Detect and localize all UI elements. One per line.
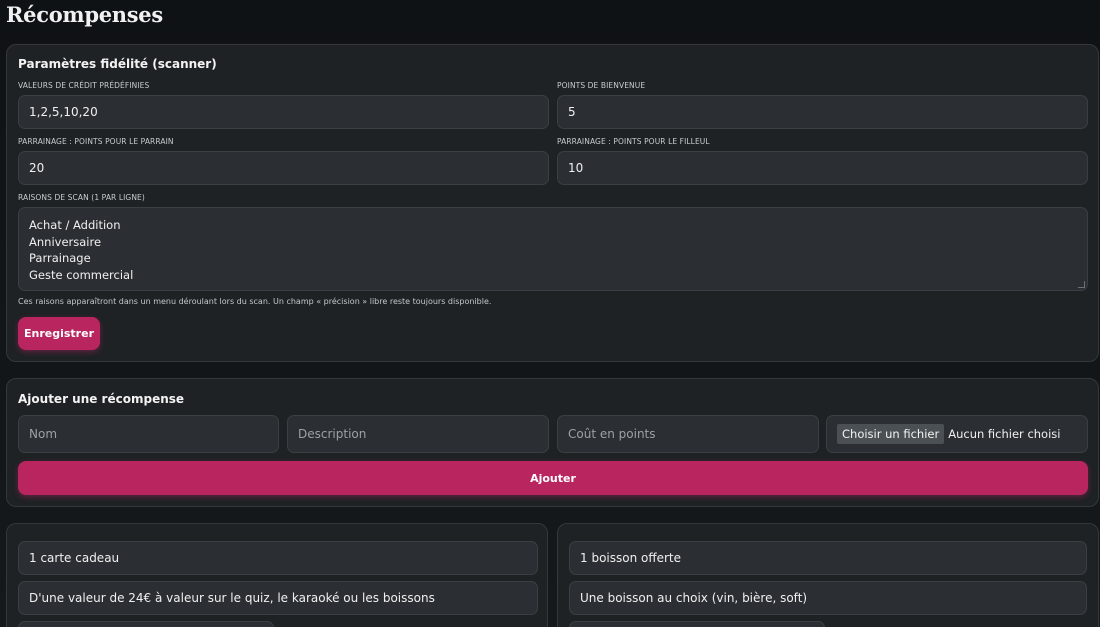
reward-name-value: 1 carte cadeau [29,551,120,565]
referrer-points-input[interactable]: 20 [18,151,549,185]
reward-cost-field[interactable] [569,621,825,627]
referrer-points-value: 20 [29,161,45,175]
save-button[interactable]: Enregistrer [18,317,100,350]
reward-description-value: Une boisson au choix (vin, bière, soft) [580,591,808,605]
referee-points-label: PARRAINAGE : POINTS POUR LE FILLEUL [557,137,710,146]
reward-card: 1 boisson offerte Une boisson au choix (… [557,523,1099,627]
reward-description-input[interactable]: Description [287,415,549,453]
reward-description-value: D'une valeur de 24€ à valeur sur le quiz… [29,591,435,605]
scan-reasons-hint: Ces raisons apparaîtront dans un menu dé… [18,297,492,306]
reward-cost-placeholder: Coût en points [568,427,656,441]
reward-name-value: 1 boisson offerte [580,551,682,565]
reward-cost-field[interactable] [18,621,274,627]
referee-points-input[interactable]: 10 [557,151,1088,185]
reward-card: 1 carte cadeau D'une valeur de 24€ à val… [6,523,548,627]
loyalty-settings-title: Paramètres fidélité (scanner) [18,57,217,71]
loyalty-settings-card: Paramètres fidélité (scanner) VALEURS DE… [6,44,1099,362]
choose-file-button[interactable]: Choisir un fichier [837,424,945,444]
reward-cost-input[interactable]: Coût en points [557,415,819,453]
welcome-points-value: 5 [568,105,576,119]
resize-grip-icon[interactable] [1078,281,1085,288]
add-reward-button[interactable]: Ajouter [18,461,1088,495]
referrer-points-label: PARRAINAGE : POINTS POUR LE PARRAIN [18,137,174,146]
scan-reason-line: Anniversaire [29,234,102,249]
file-status: Aucun fichier choisi [948,427,1061,441]
reward-name-field[interactable]: 1 boisson offerte [569,541,1087,575]
add-reward-card: Ajouter une récompense Nom Description C… [6,378,1099,507]
referee-points-value: 10 [568,161,584,175]
welcome-points-label: POINTS DE BIENVENUE [557,81,646,90]
credit-values-label: VALEURS DE CRÉDIT PRÉDÉFINIES [18,81,150,90]
add-reward-title: Ajouter une récompense [18,392,185,406]
reward-description-field[interactable]: Une boisson au choix (vin, bière, soft) [569,581,1087,615]
reward-description-field[interactable]: D'une valeur de 24€ à valeur sur le quiz… [18,581,538,615]
reward-image-file-input[interactable]: Choisir un fichier Aucun fichier choisi [826,415,1088,453]
credit-values-input[interactable]: 1,2,5,10,20 [18,95,549,129]
scan-reasons-textarea[interactable]: Achat / Addition Anniversaire Parrainage… [18,207,1088,291]
scan-reasons-label: RAISONS DE SCAN (1 PAR LIGNE) [18,193,145,202]
credit-values-value: 1,2,5,10,20 [29,105,98,119]
reward-name-field[interactable]: 1 carte cadeau [18,541,538,575]
reward-name-placeholder: Nom [29,427,58,441]
page-title: Récompenses [6,2,163,27]
scan-reason-line: Geste commercial [29,267,134,282]
welcome-points-input[interactable]: 5 [557,95,1088,129]
reward-name-input[interactable]: Nom [18,415,279,453]
scan-reason-line: Parrainage [29,251,91,265]
reward-description-placeholder: Description [298,427,367,441]
scan-reason-line: Achat / Addition [29,218,121,232]
